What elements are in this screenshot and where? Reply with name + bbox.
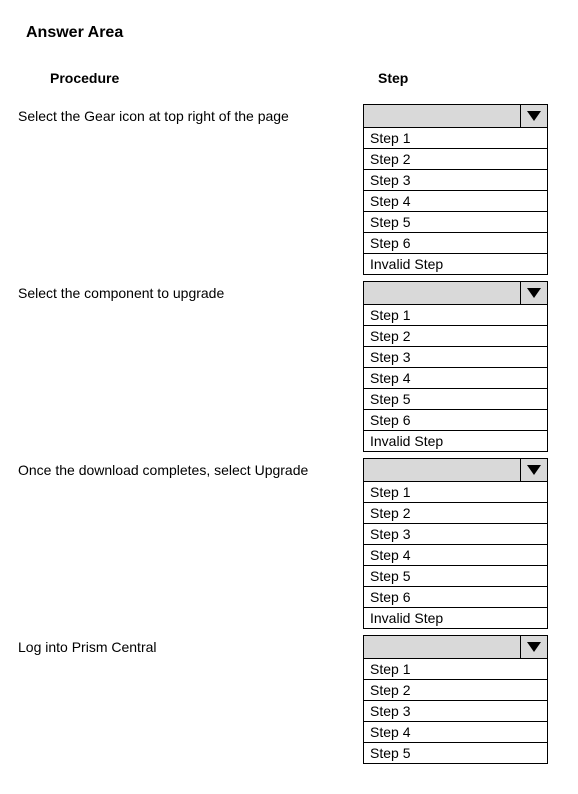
dropdown-option[interactable]: Step 2 xyxy=(364,326,547,347)
dropdown-option[interactable]: Step 2 xyxy=(364,149,547,170)
column-headers: Procedure Step xyxy=(18,70,560,86)
procedure-text: Once the download completes, select Upgr… xyxy=(18,458,363,478)
procedure-row: Log into Prism CentralStep 1Step 2Step 3… xyxy=(18,635,560,764)
dropdown-option[interactable]: Step 5 xyxy=(364,566,547,587)
header-procedure: Procedure xyxy=(50,70,378,86)
chevron-down-icon xyxy=(527,288,541,298)
procedure-text: Log into Prism Central xyxy=(18,635,363,655)
dropdown-option[interactable]: Step 4 xyxy=(364,545,547,566)
chevron-down-icon xyxy=(527,111,541,121)
step-dropdown[interactable] xyxy=(363,458,548,482)
chevron-down-icon xyxy=(527,642,541,652)
dropdown-option[interactable]: Invalid Step xyxy=(364,254,547,274)
dropdown-option[interactable]: Step 1 xyxy=(364,128,547,149)
procedure-text: Select the Gear icon at top right of the… xyxy=(18,104,363,124)
dropdown-options: Step 1Step 2Step 3Step 4Step 5Step 6Inva… xyxy=(363,482,548,629)
dropdown-options: Step 1Step 2Step 3Step 4Step 5Step 6Inva… xyxy=(363,128,548,275)
dropdown-option[interactable]: Invalid Step xyxy=(364,431,547,451)
dropdown-options: Step 1Step 2Step 3Step 4Step 5Step 6Inva… xyxy=(363,305,548,452)
chevron-down-icon xyxy=(527,465,541,475)
procedure-row: Select the component to upgradeStep 1Ste… xyxy=(18,281,560,452)
step-dropdown[interactable] xyxy=(363,635,548,659)
dropdown-options: Step 1Step 2Step 3Step 4Step 5 xyxy=(363,659,548,764)
dropdown-option[interactable]: Step 1 xyxy=(364,305,547,326)
dropdown-option[interactable]: Invalid Step xyxy=(364,608,547,628)
dropdown-option[interactable]: Step 3 xyxy=(364,524,547,545)
dropdown-option[interactable]: Step 1 xyxy=(364,659,547,680)
dropdown-option[interactable]: Step 3 xyxy=(364,701,547,722)
procedure-row: Once the download completes, select Upgr… xyxy=(18,458,560,629)
dropdown-option[interactable]: Step 4 xyxy=(364,368,547,389)
dropdown-option[interactable]: Step 4 xyxy=(364,722,547,743)
procedure-text: Select the component to upgrade xyxy=(18,281,363,301)
dropdown-option[interactable]: Step 3 xyxy=(364,170,547,191)
procedure-row: Select the Gear icon at top right of the… xyxy=(18,104,560,275)
dropdown-option[interactable]: Step 2 xyxy=(364,680,547,701)
dropdown-option[interactable]: Step 6 xyxy=(364,410,547,431)
dropdown-option[interactable]: Step 3 xyxy=(364,347,547,368)
dropdown-option[interactable]: Step 6 xyxy=(364,233,547,254)
dropdown-option[interactable]: Step 5 xyxy=(364,389,547,410)
dropdown-option[interactable]: Step 2 xyxy=(364,503,547,524)
step-dropdown[interactable] xyxy=(363,281,548,305)
page-title: Answer Area xyxy=(26,24,560,42)
header-step: Step xyxy=(378,70,408,86)
dropdown-option[interactable]: Step 1 xyxy=(364,482,547,503)
dropdown-option[interactable]: Step 5 xyxy=(364,743,547,763)
dropdown-option[interactable]: Step 6 xyxy=(364,587,547,608)
step-dropdown[interactable] xyxy=(363,104,548,128)
dropdown-option[interactable]: Step 5 xyxy=(364,212,547,233)
dropdown-option[interactable]: Step 4 xyxy=(364,191,547,212)
